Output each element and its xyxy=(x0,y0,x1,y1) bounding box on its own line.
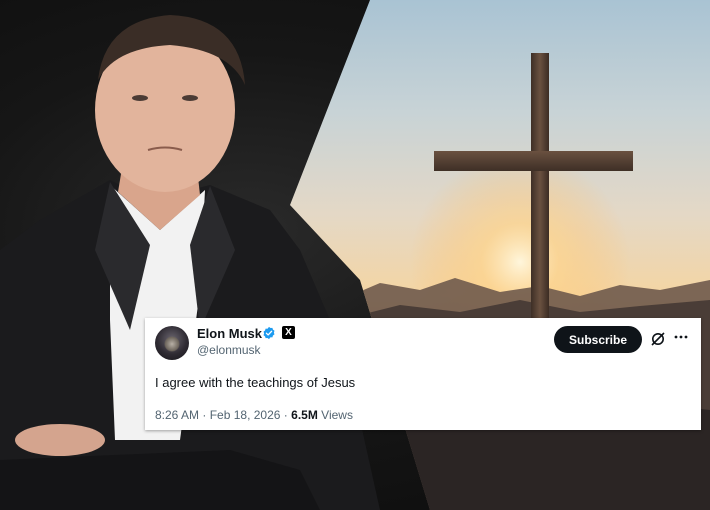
tweet-date[interactable]: Feb 18, 2026 xyxy=(210,408,281,422)
avatar[interactable] xyxy=(155,326,189,360)
views-count: 6.5M xyxy=(291,408,318,422)
author-name[interactable]: Elon Musk xyxy=(197,326,262,341)
subscribe-button[interactable]: Subscribe xyxy=(554,326,642,353)
views-label: Views xyxy=(321,408,353,422)
verified-badge-icon xyxy=(263,326,275,340)
author-handle[interactable]: @elonmusk xyxy=(197,343,261,357)
x-logo-icon: X xyxy=(282,326,295,339)
meta-separator: · xyxy=(202,408,210,422)
tweet-card[interactable]: Elon Musk X @elonmusk Subscribe I agree … xyxy=(145,318,701,430)
cross-vertical-beam xyxy=(531,53,549,323)
grok-icon[interactable] xyxy=(650,331,666,347)
tweet-text: I agree with the teachings of Jesus xyxy=(155,375,356,390)
cross-horizontal-beam xyxy=(434,151,633,171)
tweet-meta: 8:26 AM · Feb 18, 2026 · 6.5M Views xyxy=(155,408,353,422)
more-icon[interactable] xyxy=(673,329,689,345)
person-photo xyxy=(0,15,380,510)
tweet-time[interactable]: 8:26 AM xyxy=(155,408,199,422)
